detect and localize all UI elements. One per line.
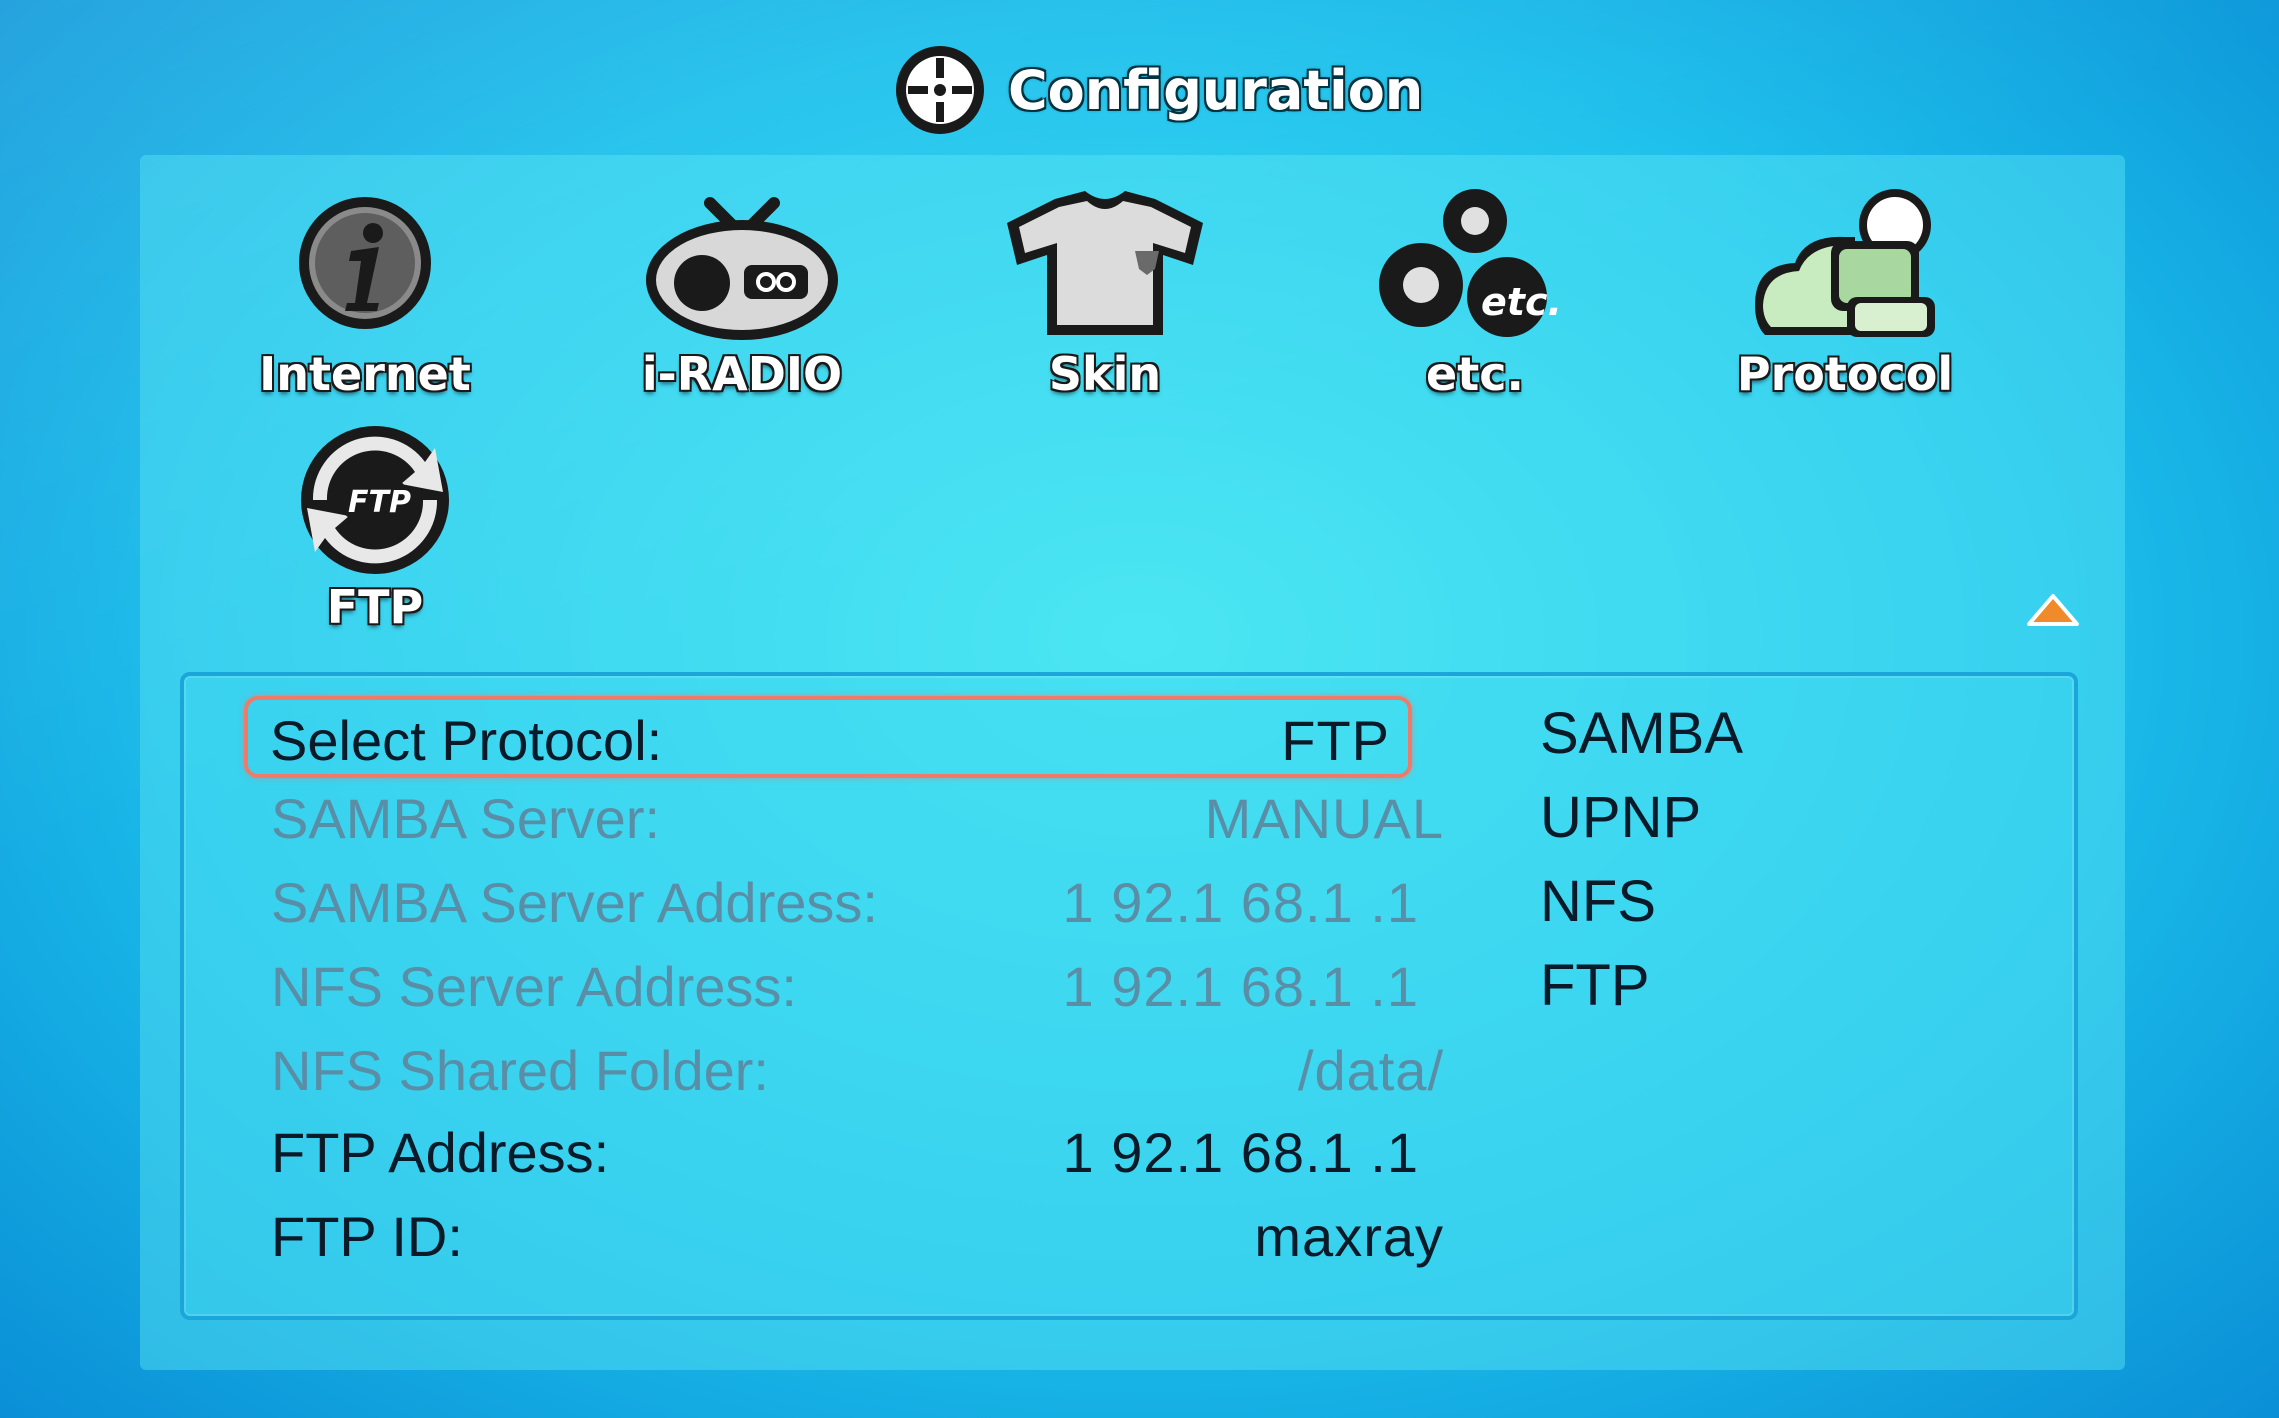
setting-row-samba-server: SAMBA Server: MANUAL — [249, 778, 1444, 852]
setting-value: FTP — [1281, 709, 1390, 772]
option-samba[interactable]: SAMBA — [1540, 700, 1940, 784]
protocol-cloud-icon — [1755, 189, 1935, 337]
setting-label: Select Protocol: — [270, 709, 663, 772]
menu-label-skin: Skin — [1048, 347, 1162, 401]
option-upnp[interactable]: UPNP — [1540, 784, 1940, 868]
menu-label-etc: etc. — [1426, 347, 1524, 401]
setting-label: SAMBA Server: — [271, 787, 661, 850]
setting-row-samba-server-address: SAMBA Server Address: 1 92.1 68.1 .1 — [249, 862, 1444, 936]
menu-item-protocol[interactable]: Protocol — [1715, 185, 1975, 415]
svg-text:etc.: etc. — [1481, 280, 1562, 324]
menu-item-ftp[interactable]: FTP FTP — [245, 418, 505, 648]
setting-value: 1 92.1 68.1 .1 — [1062, 871, 1419, 934]
title-bar: Configuration — [890, 40, 1423, 140]
crosshair-settings-icon — [896, 46, 984, 134]
setting-row-nfs-shared-folder: NFS Shared Folder: /data/ — [249, 1030, 1444, 1104]
setting-value: /data/ — [1297, 1039, 1444, 1102]
setting-value: MANUAL — [1204, 787, 1444, 850]
setting-value: maxray — [1254, 1205, 1444, 1268]
menu-label-protocol: Protocol — [1736, 347, 1954, 401]
protocol-option-list: SAMBA UPNP NFS FTP — [1540, 700, 1940, 1036]
setting-row-ftp-id[interactable]: FTP ID: maxray — [249, 1196, 1444, 1270]
ftp-sync-icon: FTP — [301, 426, 449, 574]
setting-label: FTP ID: — [271, 1205, 463, 1268]
setting-label: SAMBA Server Address: — [271, 871, 878, 934]
option-nfs[interactable]: NFS — [1540, 868, 1940, 952]
menu-item-etc[interactable]: etc. etc. — [1345, 185, 1605, 415]
menu-label-ftp: FTP — [326, 580, 424, 634]
menu-item-skin[interactable]: Skin — [975, 185, 1235, 415]
menu-item-internet[interactable]: Internet — [235, 185, 495, 415]
setting-label: NFS Server Address: — [271, 955, 797, 1018]
option-ftp[interactable]: FTP — [1540, 952, 1940, 1036]
setting-value: 1 92.1 68.1 .1 — [1062, 1121, 1419, 1184]
setting-value: 1 92.1 68.1 .1 — [1062, 955, 1419, 1018]
triangle-up-icon[interactable] — [2025, 592, 2081, 630]
svg-text:FTP: FTP — [348, 485, 411, 520]
setting-row-ftp-address[interactable]: FTP Address: 1 92.1 68.1 .1 — [249, 1112, 1444, 1186]
setting-row-select-protocol[interactable]: Select Protocol: FTP — [244, 696, 1412, 778]
setting-label: NFS Shared Folder: — [271, 1039, 769, 1102]
setting-row-nfs-server-address: NFS Server Address: 1 92.1 68.1 .1 — [249, 946, 1444, 1020]
menu-label-internet: Internet — [259, 347, 471, 401]
menu-label-i-radio: i-RADIO — [641, 347, 843, 401]
etc-circles-icon: etc. — [1379, 189, 1562, 337]
info-icon — [299, 197, 431, 329]
radio-icon — [646, 197, 838, 340]
menu-item-i-radio[interactable]: i-RADIO — [612, 185, 872, 415]
page-title: Configuration — [1008, 58, 1424, 122]
tshirt-icon — [1007, 191, 1203, 335]
setting-label: FTP Address: — [271, 1121, 610, 1184]
